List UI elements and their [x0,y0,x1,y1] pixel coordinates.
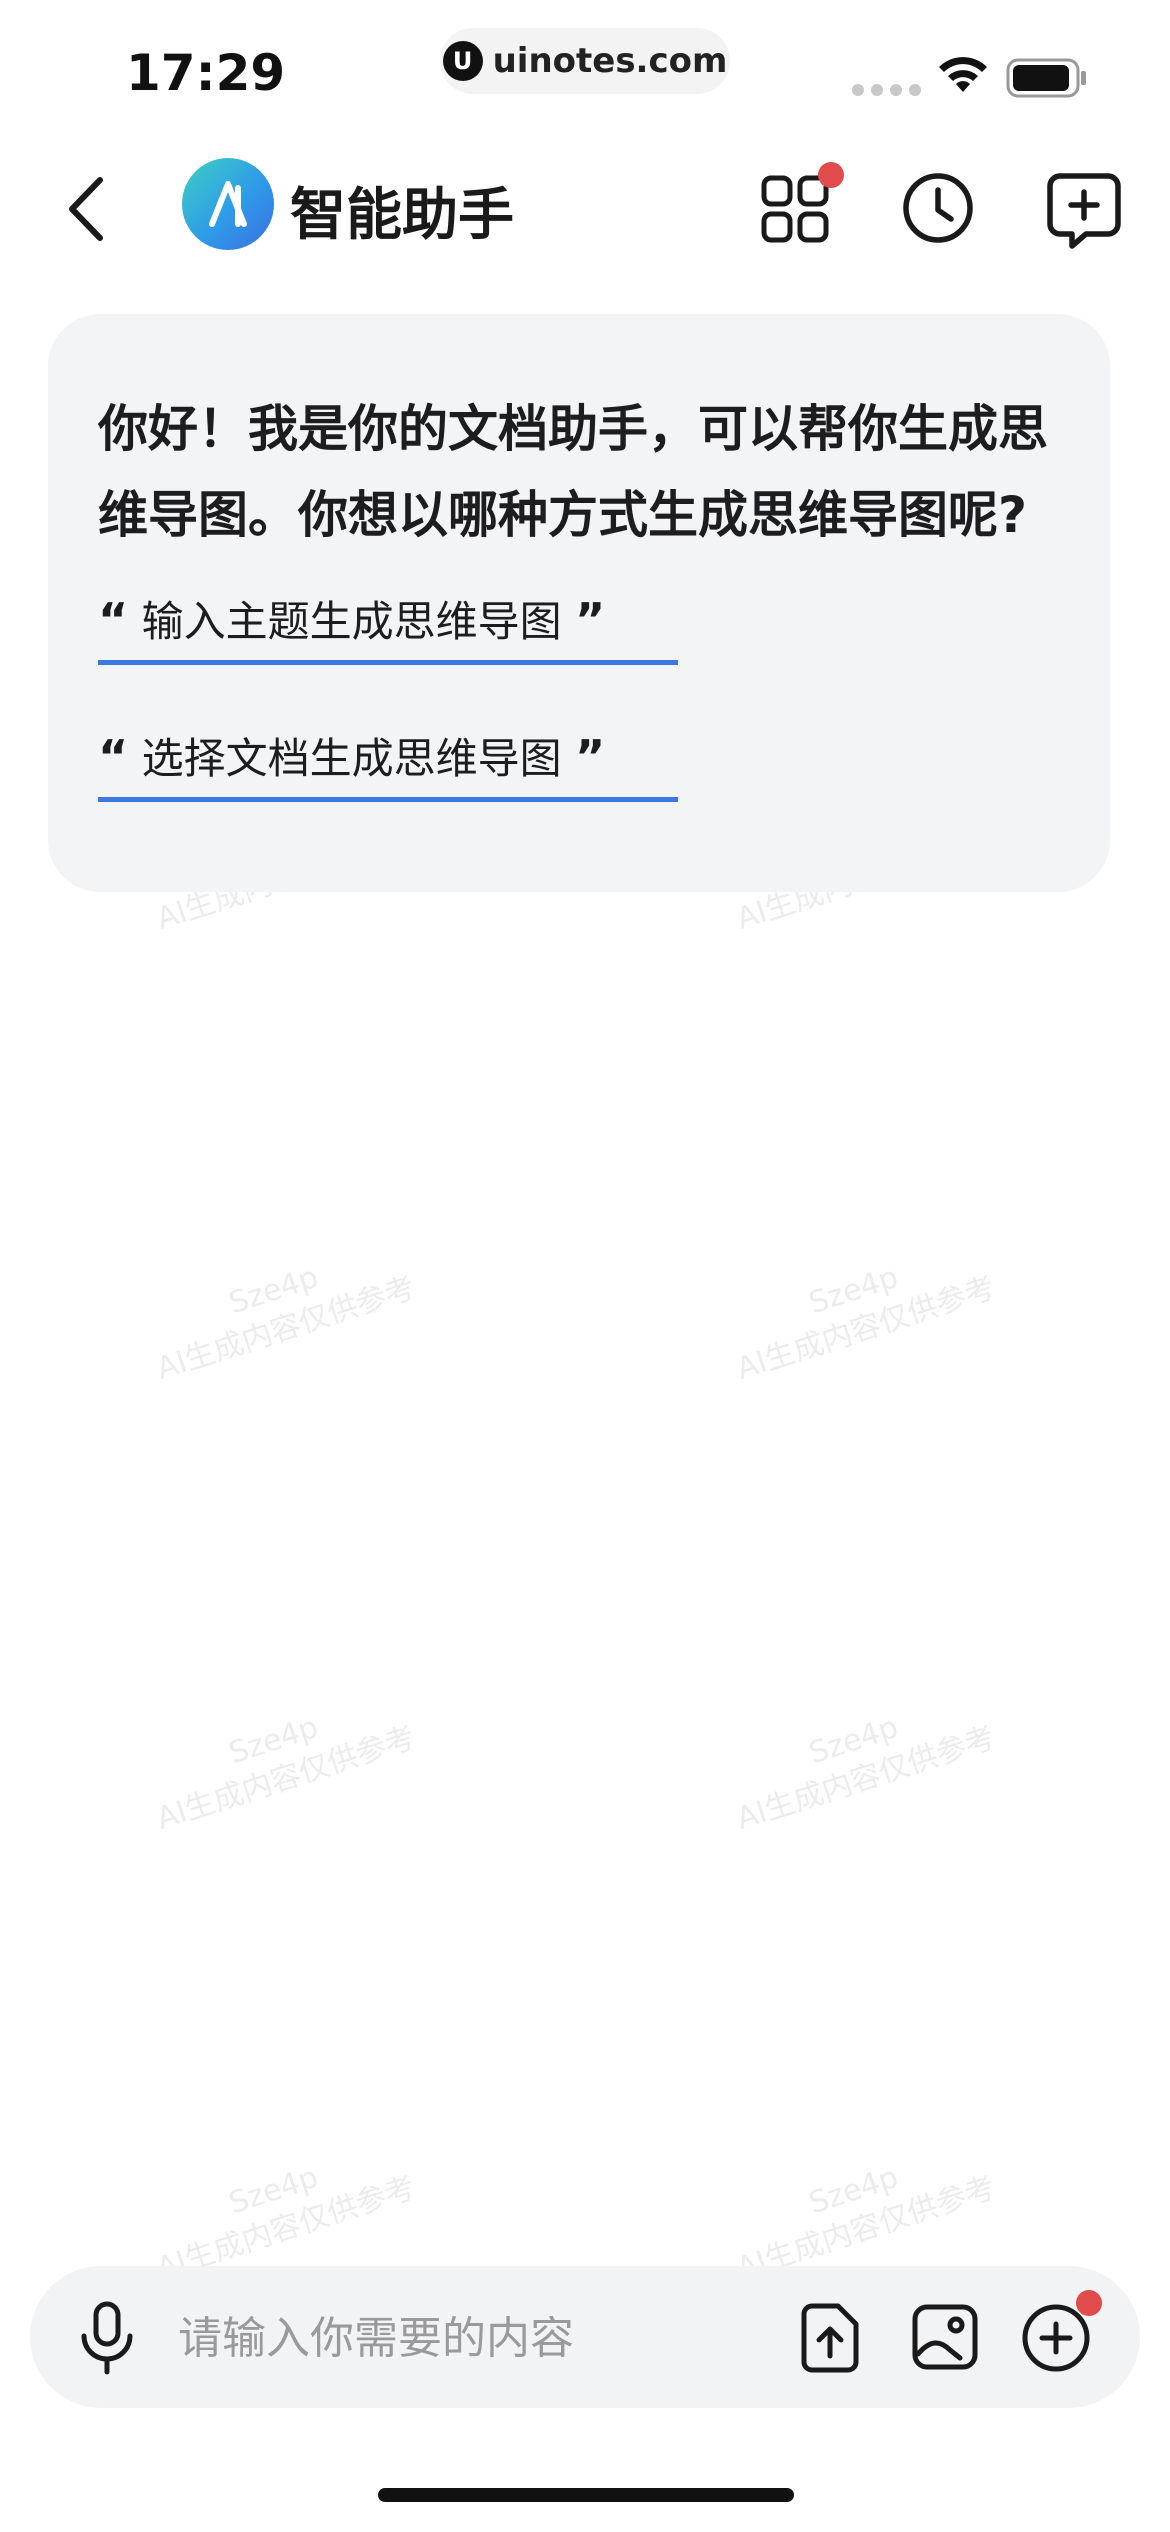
suggestion-label: 选择文档生成思维导图 [141,734,562,783]
watermark: Sze4pAI生成内容仅供参考 [732,1709,1000,1837]
upload-file-icon[interactable] [796,2302,864,2374]
battery-icon [1006,58,1086,98]
wifi-icon [939,57,987,92]
grid-icon[interactable] [760,174,830,244]
watermark: Sze4pAI生成内容仅供参考 [152,1259,420,1387]
home-indicator[interactable] [378,2488,794,2502]
site-logo-icon: U [442,41,483,81]
watermark: Sze4pAI生成内容仅供参考 [152,1709,420,1837]
chevron-left-icon[interactable] [58,174,118,244]
status-time: 17:29 [126,44,286,102]
chat-input[interactable] [176,2300,780,2376]
assistant-message-card: 你好！我是你的文档助手，可以帮你生成思维导图。你想以哪种方式生成思维导图呢? “… [48,314,1110,892]
notification-dot [818,162,844,188]
new-chat-icon[interactable] [1046,170,1122,250]
image-icon[interactable] [910,2302,980,2372]
url-pill[interactable]: U uinotes.com [440,28,730,94]
header: 智能助手 [0,140,1170,280]
watermark: Sze4pAI生成内容仅供参考 [732,1259,1000,1387]
microphone-icon[interactable] [74,2300,140,2376]
clock-icon[interactable] [900,170,976,246]
suggestion-input-topic[interactable]: “ 输入主题生成思维导图 ” [98,588,678,665]
notification-dot [1076,2290,1102,2316]
page: 17:29 U uinotes.com 智能助手 Sze4p AI生成内容仅供参… [0,0,1170,2532]
page-title: 智能助手 [290,183,514,248]
suggestion-label: 输入主题生成思维导图 [141,597,562,646]
assistant-message-text: 你好！我是你的文档助手，可以帮你生成思维导图。你想以哪种方式生成思维导图呢? [98,400,1048,544]
app-logo-icon [182,158,274,250]
chat-input-bar [30,2266,1140,2408]
suggestion-select-document[interactable]: “ 选择文档生成思维导图 ” [98,725,678,802]
status-bar: 17:29 U uinotes.com [0,0,1170,140]
url-text: uinotes.com [492,41,728,81]
cellular-signal-icon [852,84,921,96]
